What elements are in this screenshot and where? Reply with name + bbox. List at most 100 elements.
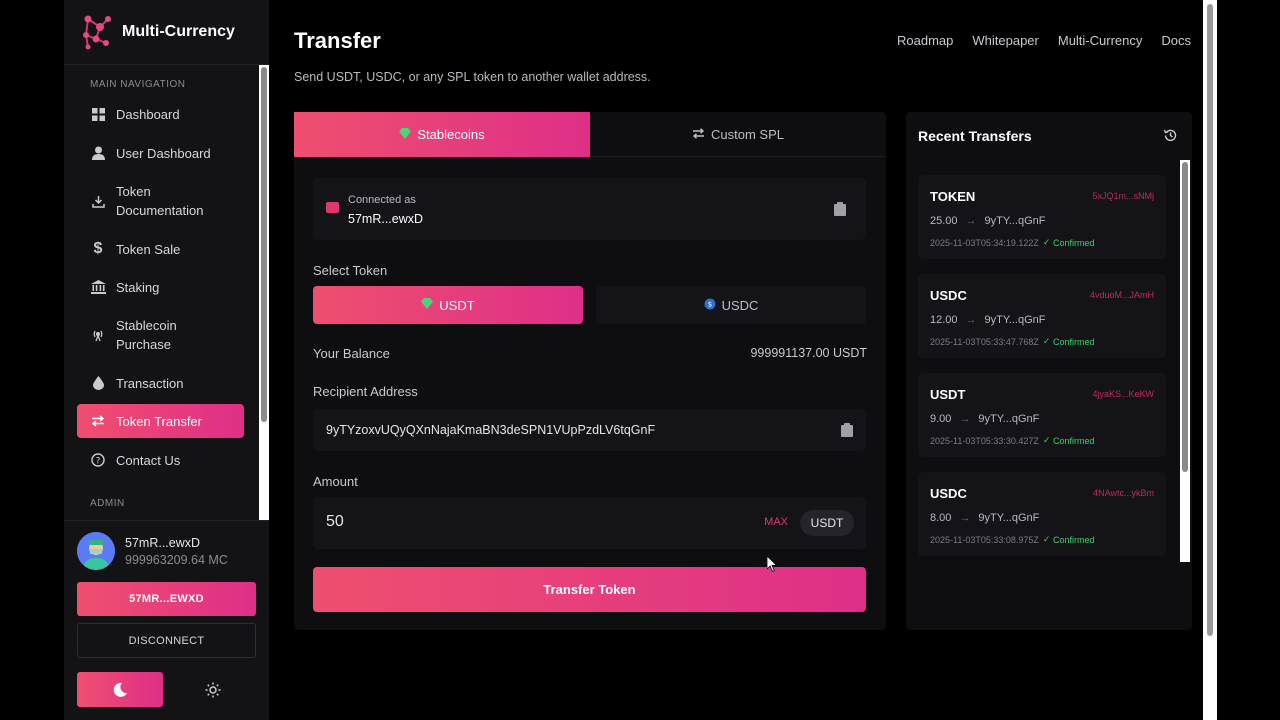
avatar <box>77 532 115 570</box>
molecule-logo-icon <box>83 15 111 50</box>
balance-label: Your Balance <box>313 346 390 361</box>
sidebar-item-transaction[interactable]: Transaction <box>77 368 244 398</box>
sidebar-item-label: Dashboard <box>116 106 180 122</box>
arrow-right-icon: → <box>959 512 971 524</box>
transfer-time-row: 2025-11-03T05:33:08.975Z ✓ Confirmed <box>930 534 1095 545</box>
token-label: USDC <box>721 297 759 313</box>
sidebar-item-token-transfer[interactable]: Token Transfer <box>77 404 244 438</box>
top-nav: Roadmap Whitepaper Multi-Currency Docs <box>878 33 1191 48</box>
transfer-time-row: 2025-11-03T05:33:47.768Z ✓ Confirmed <box>930 336 1095 347</box>
transfer-amount: 25.00 <box>930 215 958 227</box>
transfer-item[interactable]: TOKEN 5xJQ1m...sNMj 25.00 → 9yTY...qGnF … <box>918 175 1166 259</box>
light-mode-button[interactable] <box>197 672 229 707</box>
transfer-amount-row: 12.00 → 9yTY...qGnF <box>930 314 1045 326</box>
clipboard-icon[interactable] <box>834 202 846 216</box>
brand[interactable]: Multi-Currency <box>80 12 235 52</box>
sidebar-item-dashboard[interactable]: Dashboard <box>77 99 244 129</box>
section-label-main: MAIN NAVIGATION <box>90 79 186 90</box>
nav-link-whitepaper[interactable]: Whitepaper <box>972 33 1038 48</box>
scrollbar-thumb[interactable] <box>1207 4 1213 636</box>
transfer-time: 2025-11-03T05:34:19.122Z <box>930 237 1039 248</box>
wallet-button[interactable]: 57MR...EWXD <box>77 582 256 616</box>
transfer-signature[interactable]: 4vduoM...JAmH <box>1090 290 1154 300</box>
nav-link-roadmap[interactable]: Roadmap <box>897 33 953 48</box>
svg-text:?: ? <box>96 457 101 467</box>
gem-icon <box>399 127 412 142</box>
wallet-icon <box>326 202 339 213</box>
divider <box>64 520 269 521</box>
select-token-label: Select Token <box>313 263 388 278</box>
transfer-time: 2025-11-03T05:33:30.427Z <box>930 435 1039 446</box>
amount-input[interactable]: 50 MAX USDT <box>313 497 866 549</box>
transfer-recipient: 9yTY...qGnF <box>984 215 1046 227</box>
sidebar-item-user-dashboard[interactable]: User Dashboard <box>77 138 244 168</box>
transfer-token: USDC <box>930 288 967 303</box>
token-usdc-button[interactable]: $ USDC <box>596 286 866 324</box>
sidebar-item-stablecoin-purchase[interactable]: Stablecoin Purchase <box>77 313 244 357</box>
sidebar-item-staking[interactable]: Staking <box>77 272 244 302</box>
section-label-admin: ADMIN <box>90 498 125 509</box>
token-usdt-button[interactable]: USDT <box>313 286 583 324</box>
page-title: Transfer <box>294 28 381 53</box>
transfer-item[interactable]: USDC 4NAwtc...ykBm 8.00 → 9yTY...qGnF 20… <box>918 472 1166 556</box>
transfer-tabs: Stablecoins Custom SPL <box>294 112 886 157</box>
moon-icon <box>113 682 127 697</box>
dark-mode-button[interactable] <box>77 672 163 707</box>
sidebar-item-label: Stablecoin Purchase <box>116 318 177 352</box>
status-badge: ✓ Confirmed <box>1042 237 1095 248</box>
transfer-item[interactable]: USDC 4vduoM...JAmH 12.00 → 9yTY...qGnF 2… <box>918 274 1166 358</box>
status-badge: ✓ Confirmed <box>1042 336 1095 347</box>
sidebar-item-token-sale[interactable]: $ Token Sale <box>77 234 244 264</box>
tab-stablecoins[interactable]: Stablecoins <box>294 112 590 157</box>
page-subtitle: Send USDT, USDC, or any SPL token to ano… <box>294 70 651 84</box>
transfer-token: USDT <box>930 387 966 402</box>
sidebar-item-label: Staking <box>116 279 160 295</box>
history-icon[interactable] <box>1163 128 1178 143</box>
transfer-time-row: 2025-11-03T05:34:19.122Z ✓ Confirmed <box>930 237 1095 248</box>
sidebar-item-contact-us[interactable]: ? Contact Us <box>77 445 244 475</box>
drop-icon <box>89 374 107 392</box>
check-icon: ✓ <box>1042 336 1051 346</box>
dollar-icon: $ <box>93 240 103 257</box>
recipient-address-input[interactable]: 9yTYzoxvUQyQXnNajaKmaBN3deSPN1VUpPzdLV6t… <box>313 409 866 451</box>
transfer-time: 2025-11-03T05:33:47.768Z <box>930 336 1039 347</box>
tab-custom-spl[interactable]: Custom SPL <box>590 112 886 157</box>
recent-scrollbar[interactable] <box>1180 160 1190 562</box>
gem-icon <box>421 298 434 312</box>
transfer-signature[interactable]: 4NAwtc...ykBm <box>1093 488 1154 498</box>
max-button[interactable]: MAX <box>764 516 788 528</box>
sidebar-item-token-documentation[interactable]: Token Documentation <box>77 179 244 223</box>
arrow-right-icon: → <box>965 314 977 326</box>
token-label: USDT <box>439 297 475 313</box>
transfer-card: Stablecoins Custom SPL Connected as 57mR… <box>294 112 886 630</box>
nav-link-docs[interactable]: Docs <box>1161 33 1191 48</box>
scrollbar-thumb[interactable] <box>1182 162 1188 472</box>
transfer-signature[interactable]: 5xJQ1m...sNMj <box>1092 191 1154 201</box>
transfer-time-row: 2025-11-03T05:33:30.427Z ✓ Confirmed <box>930 435 1095 446</box>
transfer-amount-row: 25.00 → 9yTY...qGnF <box>930 215 1045 227</box>
nav-link-multi-currency[interactable]: Multi-Currency <box>1058 33 1143 48</box>
transfer-signature[interactable]: 4jyaKS...KeKW <box>1092 389 1154 399</box>
page-scrollbar[interactable] <box>1203 0 1217 720</box>
clipboard-icon[interactable] <box>841 423 853 437</box>
grid-icon <box>89 105 107 123</box>
mouse-cursor-icon <box>767 556 777 572</box>
sidebar-scrollbar[interactable] <box>259 65 269 520</box>
sidebar-item-label: Token Transfer <box>116 413 202 429</box>
connected-address: 57mR...ewxD <box>348 212 424 226</box>
transfer-token-button[interactable]: Transfer Token <box>313 567 866 612</box>
scrollbar-thumb[interactable] <box>261 67 267 422</box>
recent-transfers-title: Recent Transfers <box>918 128 1032 144</box>
sidebar-item-label: Token Sale <box>116 241 181 257</box>
transfer-item[interactable]: USDT 4jyaKS...KeKW 9.00 → 9yTY...qGnF 20… <box>918 373 1166 457</box>
swap-icon <box>692 127 705 142</box>
tab-label: Stablecoins <box>417 127 485 142</box>
sidebar-item-label: Contact Us <box>116 452 181 468</box>
transfer-recipient: 9yTY...qGnF <box>978 413 1040 425</box>
status-badge: ✓ Confirmed <box>1042 435 1095 446</box>
amount-label: Amount <box>313 474 358 489</box>
sidebar-item-label: Transaction <box>116 375 184 391</box>
transfer-time: 2025-11-03T05:33:08.975Z <box>930 534 1039 545</box>
disconnect-button[interactable]: DISCONNECT <box>77 623 256 658</box>
check-icon: ✓ <box>1042 237 1051 247</box>
